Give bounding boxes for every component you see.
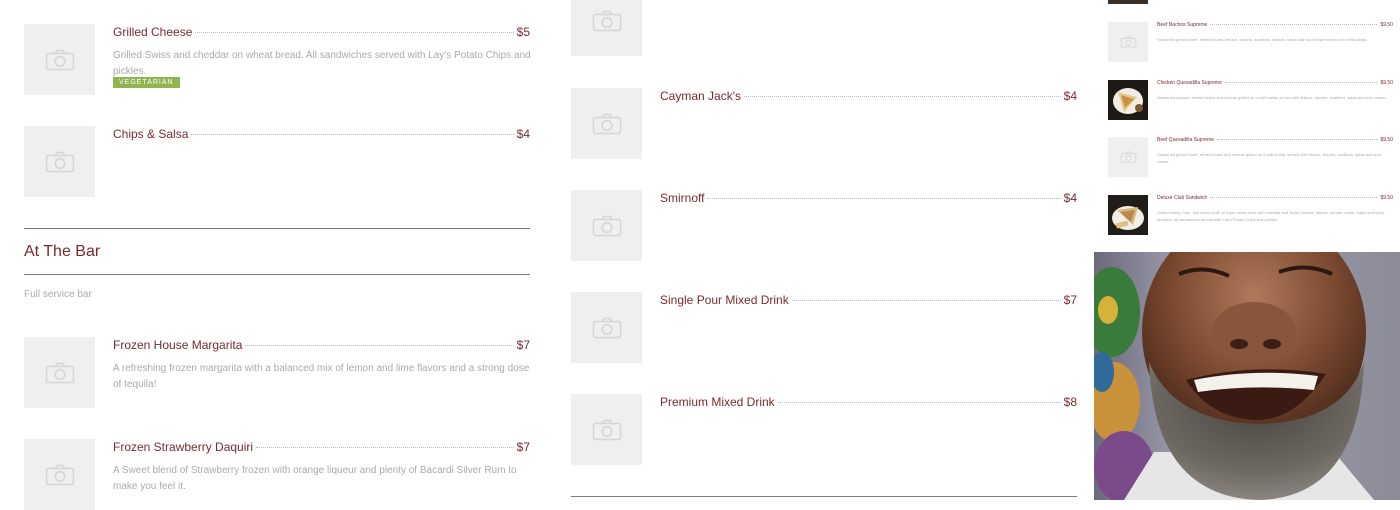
menu-item-row[interactable]: Premium Mixed Drink $8 <box>660 395 1077 409</box>
menu-item-image-placeholder <box>571 394 642 465</box>
menu-item-price: $4 <box>1063 89 1077 103</box>
menu-item-row[interactable]: Smirnoff $4 <box>660 191 1077 205</box>
menu-item-image-placeholder <box>571 292 642 363</box>
menu-item-description: A Sweet blend of Strawberry frozen with … <box>113 465 517 492</box>
section-divider <box>24 228 530 229</box>
section-divider <box>24 274 530 275</box>
camera-icon <box>592 419 622 441</box>
menu-item-price: $5 <box>516 25 530 39</box>
menu-item-row[interactable]: Beef Nachos Supreme $9.50 <box>1157 22 1393 28</box>
dot-leader <box>245 345 514 346</box>
menu-item-price: $4 <box>1063 191 1077 205</box>
menu-item-name: Frozen Strawberry Daquiri <box>113 440 254 454</box>
menu-item-price: $7 <box>516 338 530 352</box>
dot-leader <box>707 198 1061 199</box>
menu-item-description: Grilled Swiss and cheddar on wheat bread… <box>113 50 531 77</box>
menu-item-row[interactable]: Deluxe Club Sandwich $9.50 <box>1157 195 1393 201</box>
menu-item-name: Single Pour Mixed Drink <box>660 293 789 307</box>
menu-item-image-placeholder <box>571 0 642 56</box>
quesadilla-photo-icon <box>1113 88 1143 114</box>
camera-icon <box>1120 151 1137 163</box>
sandwich-photo-icon <box>1112 206 1144 230</box>
dot-leader <box>743 96 1061 97</box>
menu-item-name: Frozen House Margarita <box>113 338 243 352</box>
menu-item-image-placeholder <box>24 126 95 197</box>
menu-item-price: $9.50 <box>1380 137 1393 143</box>
section-divider <box>571 496 1077 497</box>
food-photo <box>1108 0 1148 4</box>
menu-item-row[interactable]: Frozen Strawberry Daquiri $7 <box>113 440 530 454</box>
dot-leader <box>191 134 514 135</box>
menu-item-image-placeholder <box>571 190 642 261</box>
menu-item-name: Smirnoff <box>660 191 705 205</box>
dot-leader <box>791 300 1061 301</box>
menu-item-row[interactable]: Cayman Jack's $4 <box>660 89 1077 103</box>
menu-item-image-placeholder <box>24 24 95 95</box>
menu-item-name: Cayman Jack's <box>660 89 741 103</box>
menu-item-price: $7 <box>516 440 530 454</box>
menu-item-name: Chips & Salsa <box>113 127 189 141</box>
menu-item-name: Deluxe Club Sandwich <box>1157 195 1208 201</box>
menu-item-image-placeholder <box>24 439 95 510</box>
dot-leader <box>1210 197 1378 198</box>
menu-item-price: $9.50 <box>1380 195 1393 201</box>
dot-leader <box>777 402 1061 403</box>
menu-item-image-placeholder <box>571 88 642 159</box>
camera-icon <box>592 10 622 32</box>
menu-item-price: $9.50 <box>1380 22 1393 28</box>
dot-leader <box>1216 139 1378 140</box>
camera-icon <box>45 464 75 486</box>
camera-icon <box>592 113 622 135</box>
menu-item-description: A refreshing frozen margarita with a bal… <box>113 363 530 390</box>
section-subtitle: Full service bar <box>24 289 92 300</box>
dot-leader <box>256 447 514 448</box>
menu-item-name: Chicken Quesadilla Supreme <box>1157 80 1222 86</box>
menu-item-row[interactable]: Grilled Cheese $5 <box>113 25 530 39</box>
menu-item-price: $9.50 <box>1380 80 1393 86</box>
camera-icon <box>45 362 75 384</box>
camera-icon <box>45 49 75 71</box>
food-photo <box>1108 80 1148 120</box>
menu-item-name: Premium Mixed Drink <box>660 395 775 409</box>
camera-icon <box>45 151 75 173</box>
menu-item-row[interactable]: Chips & Salsa $4 <box>113 127 530 141</box>
menu-item-description: Seasoned chicken, refried beans and chee… <box>1157 95 1387 100</box>
camera-icon <box>592 317 622 339</box>
menu-item-image-placeholder <box>24 337 95 408</box>
menu-item-row[interactable]: Single Pour Mixed Drink $7 <box>660 293 1077 307</box>
section-title: At The Bar <box>24 243 101 260</box>
dot-leader <box>1210 24 1378 25</box>
smiling-man-portrait-icon <box>1094 252 1400 500</box>
dot-leader <box>1224 82 1378 83</box>
menu-item-description: Grilled turkey, ham, and bacon built on … <box>1157 210 1385 222</box>
camera-icon <box>1120 36 1137 48</box>
person-photo <box>1094 252 1400 500</box>
menu-item-row[interactable]: Frozen House Margarita $7 <box>113 338 530 352</box>
camera-icon <box>592 215 622 237</box>
menu-item-row[interactable]: Beef Quesadilla Supreme $9.50 <box>1157 137 1393 143</box>
dot-leader <box>195 32 514 33</box>
food-photo <box>1108 195 1148 235</box>
menu-item-description: Seasoned ground beef, refried beans and … <box>1157 152 1382 164</box>
vegetarian-tag: VEGETARIAN <box>113 77 180 88</box>
menu-item-price: $8 <box>1063 395 1077 409</box>
menu-item-image-placeholder <box>1108 22 1148 62</box>
menu-item-image-placeholder <box>1108 137 1148 177</box>
menu-item-price: $4 <box>516 127 530 141</box>
menu-item-name: Beef Nachos Supreme <box>1157 22 1208 28</box>
menu-item-row[interactable]: Chicken Quesadilla Supreme $9.50 <box>1157 80 1393 86</box>
menu-item-description: Seasoned ground beef, refried beans, let… <box>1157 37 1368 42</box>
menu-item-name: Grilled Cheese <box>113 25 193 39</box>
menu-item-name: Beef Quesadilla Supreme <box>1157 137 1214 143</box>
menu-item-price: $7 <box>1063 293 1077 307</box>
